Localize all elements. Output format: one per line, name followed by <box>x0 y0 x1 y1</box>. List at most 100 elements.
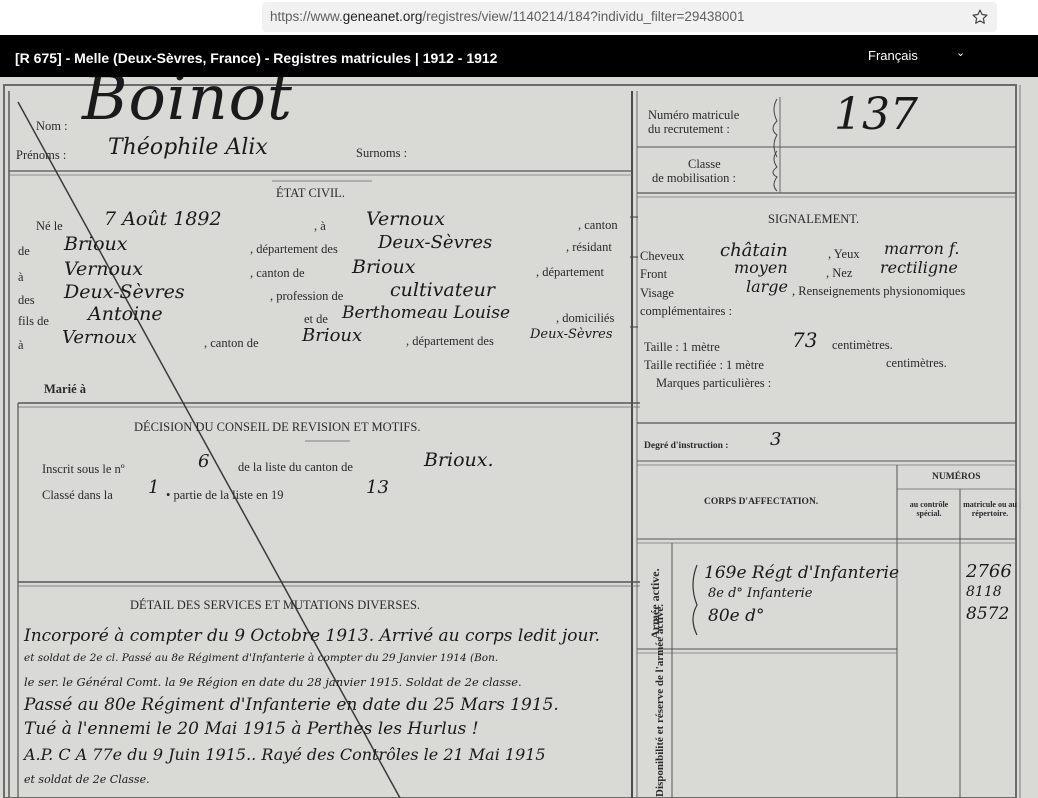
partie-label: • partie de la liste en 19 <box>166 488 284 502</box>
classe-dans-label: Classé dans la <box>42 488 113 502</box>
classe-year-handwritten: 13 <box>366 477 389 498</box>
service-line-2: et soldat de 2e cl. Passé au 8e Régiment… <box>24 652 499 664</box>
star-outline-icon[interactable] <box>971 8 989 26</box>
classe-label-1: Classe <box>688 157 721 171</box>
corps-heading: CORPS D'AFFECTATION. <box>704 497 819 507</box>
a3-label: à <box>18 338 24 352</box>
service-line-7: et soldat de 2e Classe. <box>24 773 150 786</box>
service-line-4: Passé au 80e Régiment d'Infanterie en da… <box>24 695 559 715</box>
register-title: [R 675] - Melle (Deux-Sèvres, France) - … <box>15 50 498 66</box>
matricule-label-1: Numéro matricule <box>648 108 740 122</box>
first-names-handwritten: Théophile Alix <box>108 135 268 160</box>
de-label: de <box>18 244 30 258</box>
residence-canton-handwritten: Brioux <box>352 256 416 278</box>
corps-row-3: 80e d° <box>708 606 765 626</box>
language-select[interactable]: Français ⌄ <box>862 45 982 67</box>
residant-label: , résidant <box>566 240 612 254</box>
a-label: , à <box>314 219 326 233</box>
front-label: Front <box>640 267 668 281</box>
profession-handwritten: cultivateur <box>390 279 495 301</box>
signalement-heading: SIGNALEMENT. <box>768 212 860 226</box>
taille-label: Taille : 1 mètre <box>644 340 720 354</box>
father-handwritten: Antoine <box>88 303 163 325</box>
birth-canton-handwritten: Brioux <box>64 233 128 255</box>
numeros-heading: NUMÉROS <box>932 472 981 482</box>
disponibilite-label: Disponibilité et réserve de l'armée acti… <box>654 603 666 797</box>
birth-dept-handwritten: Deux-Sèvres <box>378 232 493 253</box>
degre-label: Degré d'instruction : <box>644 441 729 451</box>
au-controle-heading: au contrôle spécial. <box>909 500 949 518</box>
register-scan[interactable]: Nom : Boinot Prénoms : Théophile Alix Su… <box>0 77 1038 798</box>
browser-toolbar: https://www.geneanet.org/registres/view/… <box>0 0 1038 35</box>
url-path: /registres/view/1140214/184?individu_fil… <box>422 9 745 24</box>
prenoms-label: Prénoms : <box>16 148 67 162</box>
departement-label: , département <box>536 265 605 279</box>
degre-handwritten: 3 <box>770 429 782 450</box>
surnoms-label: Surnoms : <box>356 146 408 160</box>
front-handwritten: moyen <box>734 258 788 277</box>
canton-label: , canton <box>578 218 618 232</box>
etat-civil-heading: ÉTAT CIVIL. <box>276 186 345 200</box>
corps-row-2: 8e d° Infanterie <box>708 586 813 601</box>
visage-label: Visage <box>640 286 674 300</box>
corps-row-3-num: 8572 <box>966 604 1010 624</box>
domicile-canton-handwritten: Brioux <box>302 325 363 346</box>
matricule-repertoire-heading: matricule ou au répertoire. <box>963 500 1017 518</box>
url-domain: geneanet.org <box>342 9 423 24</box>
residence-place-handwritten: Vernoux <box>64 258 143 280</box>
chevron-down-icon: ⌄ <box>956 47 966 59</box>
residence-dept-handwritten: Deux-Sèvres <box>64 281 185 303</box>
inscrit-label: Inscrit sous le nº <box>42 462 125 476</box>
taille-handwritten: 73 <box>792 328 818 352</box>
a2-label: à <box>18 270 24 284</box>
renseignements-label: , Renseignements physionomiques <box>792 284 966 298</box>
language-label: Français <box>868 48 918 63</box>
des-label: des <box>18 293 35 307</box>
nez-handwritten: rectiligne <box>880 258 958 277</box>
corps-row-2-num: 8118 <box>966 584 1002 600</box>
service-line-6: A.P. C A 77e du 9 Juin 1915.. Rayé des C… <box>24 745 546 764</box>
service-line-3: le ser. le Général Comt. la 9e Région en… <box>24 675 522 689</box>
yeux-label: , Yeux <box>828 247 860 261</box>
matricule-number-handwritten: 137 <box>834 89 918 140</box>
fils-de-label: fils de <box>18 314 49 328</box>
visage-handwritten: large <box>746 277 789 296</box>
url-prefix: https://www. <box>270 9 343 24</box>
marques-label: Marques particulières : <box>656 376 772 390</box>
viewer-header: [R 675] - Melle (Deux-Sèvres, France) - … <box>0 35 1038 77</box>
nez-label: , Nez <box>826 266 853 280</box>
centimetres-label: centimètres. <box>832 338 893 352</box>
inscrit-number-handwritten: 6 <box>198 451 210 472</box>
birth-date-handwritten: 7 Août 1892 <box>104 208 222 230</box>
inscrit-canton-handwritten: Brioux. <box>424 449 494 471</box>
classe-partie-handwritten: 1 <box>148 477 160 498</box>
marie-a-label: Marié à <box>44 382 86 396</box>
nom-label: Nom : <box>36 119 68 133</box>
centimetres2-label: centimètres. <box>886 356 947 370</box>
canton-de-label: , canton de <box>250 266 305 280</box>
departement-des2-label: , département des <box>406 334 494 348</box>
domicilies-label: , domiciliés <box>556 311 615 325</box>
yeux-handwritten: marron f. <box>884 239 960 258</box>
complementaires-label: complémentaires : <box>640 304 732 318</box>
mother-handwritten: Berthomeau Louise <box>342 303 511 323</box>
surname-handwritten: Boinot <box>82 77 293 134</box>
taille-rectifiee-label: Taille rectifiée : 1 mètre <box>644 358 764 372</box>
service-line-1: Incorporé à compter du 9 Octobre 1913. A… <box>24 626 601 646</box>
cheveux-label: Cheveux <box>640 249 685 263</box>
de-la-liste-label: de la liste du canton de <box>238 460 353 474</box>
domicile-place-handwritten: Vernoux <box>62 327 137 348</box>
decision-heading: DÉCISION DU CONSEIL DE REVISION ET MOTIF… <box>134 420 421 434</box>
birth-place-handwritten: Vernoux <box>366 208 445 230</box>
detail-heading: DÉTAIL DES SERVICES ET MUTATIONS DIVERSE… <box>130 598 421 612</box>
matricule-label-2: du recrutement : <box>648 122 730 136</box>
corps-row-1: 169e Régt d'Infanterie <box>704 563 900 583</box>
corps-row-1-num: 2766 <box>966 561 1012 582</box>
url-text[interactable]: https://www.geneanet.org/registres/view/… <box>270 9 744 24</box>
ne-le-label: Né le <box>36 219 63 233</box>
service-line-5: Tué à l'ennemi le 20 Mai 1915 à Perthes … <box>24 719 479 739</box>
form-lines <box>3 84 1021 798</box>
classe-label-2: de mobilisation : <box>652 171 737 185</box>
address-bar[interactable]: https://www.geneanet.org/registres/view/… <box>262 2 997 32</box>
departement-des-label: , département des <box>250 242 338 256</box>
